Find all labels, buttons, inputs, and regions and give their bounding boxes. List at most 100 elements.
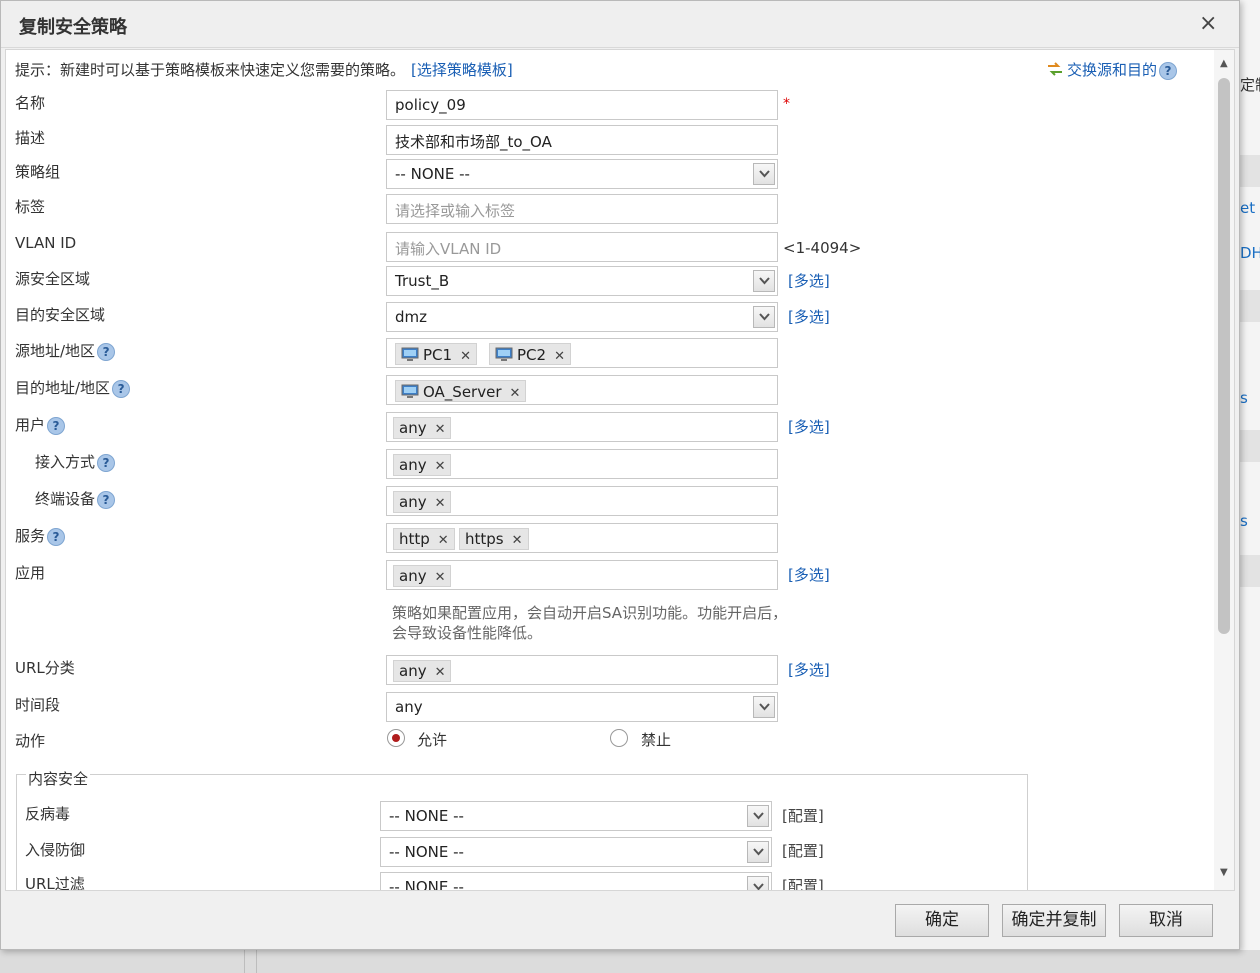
chevron-down-icon[interactable] — [753, 696, 775, 718]
swap-label: 交换源和目的 — [1067, 61, 1158, 79]
app-multi-link[interactable]: [多选] — [788, 564, 830, 585]
deny-radio-label: 禁止 — [641, 731, 672, 749]
desc-input[interactable]: 技术部和市场部_to_OA — [386, 125, 778, 155]
address-tag: PC1 ✕ — [395, 343, 477, 365]
hint-text: 提示：新建时可以基于策略模板来快速定义您需要的策略。 — [15, 61, 406, 79]
content-security-legend: 内容安全 — [26, 768, 91, 789]
dialog-titlebar[interactable]: 复制安全策略 × — [1, 1, 1239, 48]
service-label-text: 服务 — [15, 527, 46, 545]
access-input[interactable]: any ✕ — [386, 449, 778, 479]
url-input[interactable]: any ✕ — [386, 655, 778, 685]
service-input[interactable]: http ✕ https ✕ — [386, 523, 778, 553]
group-value: -- NONE -- — [395, 165, 470, 183]
value-tag: http ✕ — [393, 528, 455, 550]
bg-link: s — [1240, 389, 1248, 407]
scrollbar-thumb[interactable] — [1218, 78, 1230, 634]
src-zone-label: 源安全区域 — [15, 270, 91, 288]
remove-tag-icon[interactable]: ✕ — [512, 533, 523, 548]
url-filter-config-link[interactable]: [配置] — [782, 875, 824, 890]
src-zone-select[interactable]: Trust_B — [386, 266, 778, 296]
src-addr-input[interactable]: PC1 ✕ PC2 ✕ — [386, 338, 778, 368]
action-label: 动作 — [15, 732, 46, 750]
time-select[interactable]: any — [386, 692, 778, 722]
url-filter-select[interactable]: -- NONE -- — [380, 872, 772, 890]
bg-text: 定制 — [1240, 76, 1260, 94]
antivirus-select[interactable]: -- NONE -- — [380, 801, 772, 831]
help-icon[interactable]: ? — [112, 379, 131, 398]
bg-link: et — [1240, 199, 1256, 217]
remove-tag-icon[interactable]: ✕ — [460, 349, 471, 364]
user-label: 用户? — [15, 414, 66, 435]
address-tag-label: OA_Server — [423, 383, 502, 401]
tag-input[interactable]: 请选择或输入标签 — [386, 194, 778, 224]
ips-config-link[interactable]: [配置] — [782, 840, 824, 861]
ips-select[interactable]: -- NONE -- — [380, 837, 772, 867]
app-label: 应用 — [15, 564, 46, 582]
dst-zone-value: dmz — [395, 308, 428, 326]
cancel-button[interactable]: 取消 — [1119, 904, 1213, 937]
src-zone-value: Trust_B — [395, 272, 450, 290]
ok-and-copy-button[interactable]: 确定并复制 — [1002, 904, 1106, 937]
remove-tag-icon[interactable]: ✕ — [438, 533, 449, 548]
dialog-title: 复制安全策略 — [19, 17, 127, 38]
close-icon[interactable]: × — [1199, 11, 1217, 36]
vlan-input[interactable]: 请输入VLAN ID — [386, 232, 778, 262]
dst-zone-select[interactable]: dmz — [386, 302, 778, 332]
dst-addr-input[interactable]: OA_Server ✕ — [386, 375, 778, 405]
terminal-label-text: 终端设备 — [35, 490, 96, 508]
help-icon[interactable]: ? — [97, 453, 116, 472]
help-icon[interactable]: ? — [97, 342, 116, 361]
url-multi-link[interactable]: [多选] — [788, 659, 830, 680]
vlan-label: VLAN ID — [15, 234, 77, 252]
help-icon[interactable]: ? — [47, 416, 66, 435]
tag-placeholder: 请选择或输入标签 — [395, 202, 516, 220]
background-bottom — [0, 950, 1260, 973]
chevron-down-icon[interactable] — [747, 841, 769, 863]
chevron-down-icon[interactable] — [753, 306, 775, 328]
access-label: 接入方式? — [35, 451, 116, 472]
ok-button[interactable]: 确定 — [895, 904, 989, 937]
remove-tag-icon[interactable]: ✕ — [435, 496, 446, 511]
scroll-up-icon[interactable]: ▲ — [1220, 58, 1228, 69]
bg-band — [1238, 155, 1260, 187]
deny-radio[interactable] — [610, 729, 628, 747]
computer-icon — [401, 384, 419, 399]
time-value: any — [395, 698, 423, 716]
remove-tag-icon[interactable]: ✕ — [435, 459, 446, 474]
chevron-down-icon[interactable] — [747, 876, 769, 890]
time-label: 时间段 — [15, 696, 61, 714]
vertical-scrollbar[interactable]: ▲ ▼ — [1214, 50, 1234, 890]
user-input[interactable]: any ✕ — [386, 412, 778, 442]
swap-src-dst-link[interactable]: 交换源和目的? — [1046, 59, 1178, 80]
help-icon[interactable]: ? — [1159, 61, 1178, 80]
background-page: 定制 et DH s s — [1238, 0, 1260, 973]
src-zone-multi-link[interactable]: [多选] — [788, 270, 830, 291]
terminal-input[interactable]: any ✕ — [386, 486, 778, 516]
group-select[interactable]: -- NONE -- — [386, 159, 778, 189]
remove-tag-icon[interactable]: ✕ — [435, 665, 446, 680]
value-tag-label: any — [399, 493, 427, 511]
app-input[interactable]: any ✕ — [386, 560, 778, 590]
ips-label: 入侵防御 — [25, 841, 86, 859]
service-label: 服务? — [15, 525, 66, 546]
scroll-down-icon[interactable]: ▼ — [1220, 867, 1228, 878]
terminal-label: 终端设备? — [35, 488, 116, 509]
bg-link: s — [1240, 512, 1248, 530]
chevron-down-icon[interactable] — [747, 805, 769, 827]
select-template-link[interactable]: [选择策略模板] — [411, 61, 513, 79]
dst-zone-multi-link[interactable]: [多选] — [788, 306, 830, 327]
antivirus-config-link[interactable]: [配置] — [782, 805, 824, 826]
help-icon[interactable]: ? — [97, 490, 116, 509]
allow-radio[interactable] — [387, 729, 405, 747]
name-input[interactable]: policy_09 — [386, 90, 778, 120]
vlan-range: <1-4094> — [783, 239, 862, 257]
user-multi-link[interactable]: [多选] — [788, 416, 830, 437]
remove-tag-icon[interactable]: ✕ — [435, 422, 446, 437]
chevron-down-icon[interactable] — [753, 270, 775, 292]
remove-tag-icon[interactable]: ✕ — [435, 570, 446, 585]
value-tag-label: https — [465, 530, 504, 548]
remove-tag-icon[interactable]: ✕ — [510, 386, 521, 401]
remove-tag-icon[interactable]: ✕ — [554, 349, 565, 364]
help-icon[interactable]: ? — [47, 527, 66, 546]
chevron-down-icon[interactable] — [753, 163, 775, 185]
